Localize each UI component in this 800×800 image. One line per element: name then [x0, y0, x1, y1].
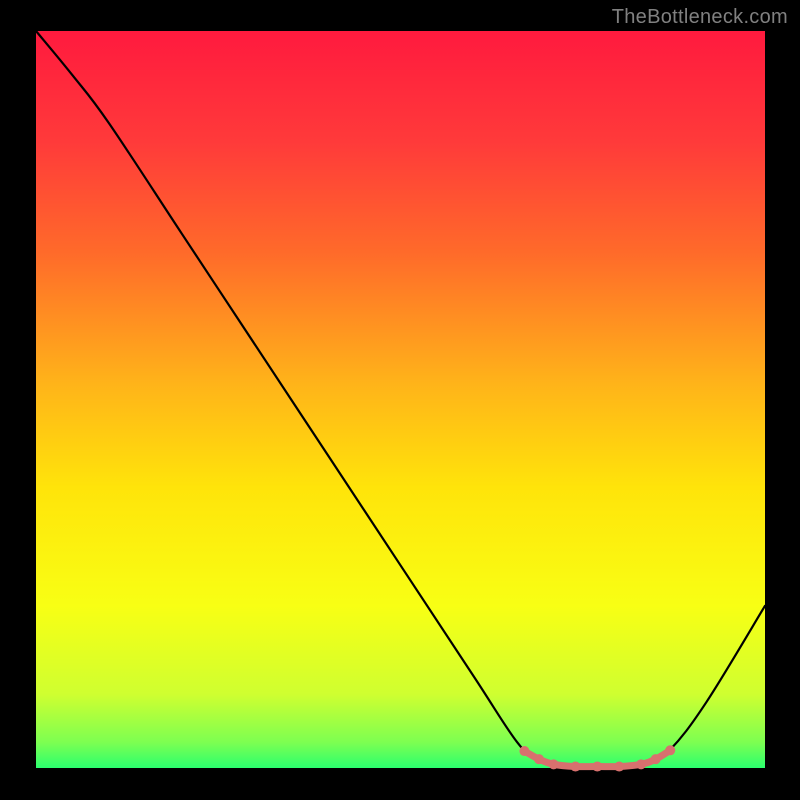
optimal-band-dot: [665, 745, 675, 755]
optimal-band-dot: [614, 762, 624, 772]
source-attribution: TheBottleneck.com: [612, 6, 788, 29]
optimal-band-dot: [592, 762, 602, 772]
plot-background: [36, 31, 765, 768]
optimal-band-dot: [549, 759, 559, 769]
chart-svg: [0, 0, 800, 800]
optimal-band-dot: [636, 759, 646, 769]
chart-container: TheBottleneck.com: [0, 0, 800, 800]
optimal-band-dot: [570, 762, 580, 772]
optimal-band-dot: [519, 746, 529, 756]
optimal-band-dot: [651, 754, 661, 764]
optimal-band-dot: [534, 754, 544, 764]
